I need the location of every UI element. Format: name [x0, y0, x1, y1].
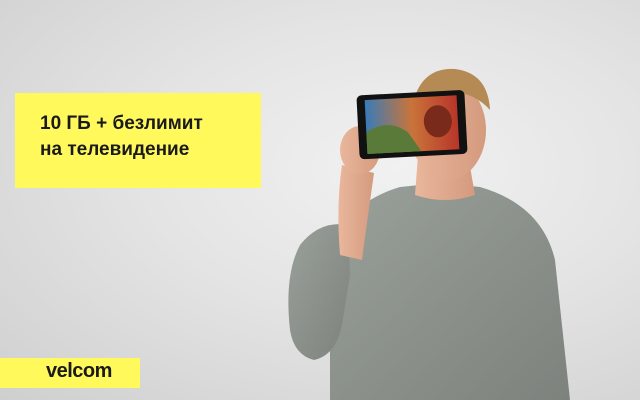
headline-line-2: на телевидение: [40, 139, 190, 160]
velcom-logo: velcom: [46, 360, 112, 382]
headline-line-1: 10 ГБ + безлимит: [40, 113, 203, 134]
logo-bar: velcom: [0, 358, 140, 388]
person-holding-tablet-icon: [288, 68, 570, 400]
promo-headline-box: 10 ГБ + безлимит на телевидение: [15, 93, 261, 188]
